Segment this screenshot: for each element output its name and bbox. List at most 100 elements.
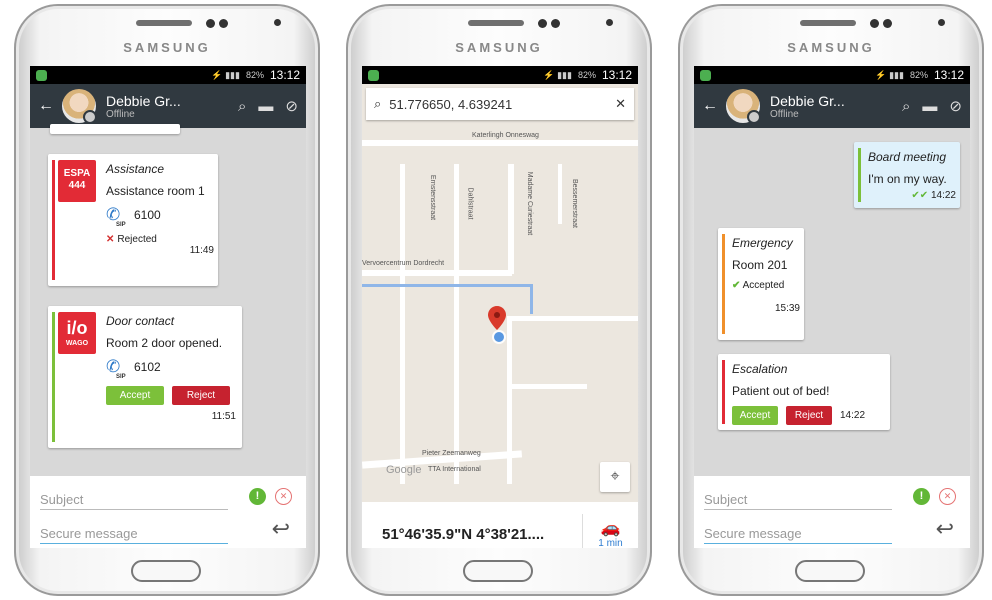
status-bar: ⚡ ▮▮▮ 82% 13:12 [694,66,970,84]
no-priority-icon[interactable]: ✕ [939,488,956,505]
subject-input[interactable]: Subject [704,486,892,510]
earpiece [800,20,856,26]
accept-button[interactable]: Accept [106,386,164,405]
send-reply-icon[interactable]: ↩ [936,516,954,542]
message-state: ✕ Rejected [106,234,214,245]
app-bar: ← Debbie Gr... Offline ⌕ ▬ ⊘ [30,84,306,128]
message-text: Room 201 [732,258,788,272]
road [400,164,405,484]
avatar[interactable] [726,89,761,124]
road [558,164,562,224]
eta-label: 1 min [598,538,623,548]
message-state: ✔ Accepted [732,280,800,291]
battery-percent: 82% [577,70,596,80]
contact-name: Debbie Gr... [770,92,845,109]
phone-map: SAMSUNG ⚡ ▮▮▮ 82% 13:12 ⌕ 51.776650, 4.6… [346,4,652,596]
battery-percent: 82% [245,70,264,80]
sip-extension: 6100 [134,208,161,222]
message-text: Patient out of bed! [732,384,830,398]
avatar[interactable] [62,89,97,124]
sip-call-link[interactable]: ✆ 6100 [106,206,214,235]
chat-area: Board meeting I'm on my way. ✔✔ 14:22 Em… [694,128,970,466]
composer: Subject Secure message ! ✕ ↩ [694,476,970,548]
contact-status: Offline [106,108,135,120]
street-label: Katerlingh Onneswag [472,132,539,139]
location-pin-icon[interactable] [488,306,506,330]
directions-button[interactable]: 🚗 1 min [582,514,638,548]
sensor [883,19,892,28]
status-bar: ⚡ ▮▮▮ 82% 13:12 [362,66,638,84]
alarm-message[interactable]: ESPA 444 Assistance Assistance room 1 ✆ … [48,154,218,286]
location-footer: 51°46'35.9"N 4°38'21.... 🚗 1 min [362,502,638,548]
attachment-icon[interactable]: ⊘ [285,97,298,115]
road [508,164,514,274]
street-label: Madame Curiestraat [526,171,534,236]
message-icon[interactable]: ▬ [258,98,273,115]
message-title: Emergency [732,236,793,250]
accept-button[interactable]: Accept [732,406,778,425]
status-bar: ⚡ ▮▮▮ 82% 13:12 [30,66,306,84]
badge-top: i/o [66,318,88,338]
home-button[interactable] [463,560,533,582]
message-title: Board meeting [868,150,947,164]
badge-top: ESPA [63,168,91,179]
search-icon[interactable]: ⌕ [238,98,246,115]
signal-icons: ⚡ ▮▮▮ [211,69,240,80]
battery-percent: 82% [909,70,928,80]
coordinates-text: 51°46'35.9"N 4°38'21.... [382,525,545,543]
attachment-icon[interactable]: ⊘ [949,97,962,115]
back-arrow-icon[interactable]: ← [702,97,726,115]
alarm-message[interactable]: i/o WAGO Door contact Room 2 door opened… [48,306,242,448]
priority-bar [52,160,55,280]
street-label: Vervoercentrum Dordrecht [362,260,445,267]
my-location-button[interactable]: ⌖ [600,462,630,492]
sensor [551,19,560,28]
street-label: Ernstensstraat [429,174,437,221]
road [454,164,459,484]
outgoing-message[interactable]: Board meeting I'm on my way. ✔✔ 14:22 [854,142,960,208]
priority-warning-icon[interactable]: ! [249,488,266,505]
alarm-message[interactable]: Escalation Patient out of bed! Accept Re… [718,354,890,430]
map-search-query[interactable]: 51.776650, 4.639241 [389,97,615,112]
earpiece [468,20,524,26]
app-bar: ← Debbie Gr... Offline ⌕ ▬ ⊘ [694,84,970,128]
search-icon[interactable]: ⌕ [902,98,910,115]
alarm-message[interactable]: Emergency Room 201 ✔ Accepted 15:39 [718,228,804,340]
priority-warning-icon[interactable]: ! [913,488,930,505]
contact-info[interactable]: Debbie Gr... Offline [106,93,226,120]
previous-message-bubble [50,124,180,134]
back-arrow-icon[interactable]: ← [38,97,62,115]
priority-bar [52,312,55,442]
reject-button[interactable]: Reject [786,406,832,425]
app-notification-icon [368,69,379,81]
app-notification-icon [700,69,711,81]
send-reply-icon[interactable]: ↩ [272,516,290,542]
badge-bottom: WAGO [65,340,89,347]
message-text: I'm on my way. [868,172,947,186]
road [362,270,512,276]
reject-button[interactable]: Reject [172,386,230,405]
camera [938,19,945,26]
waterway [530,284,533,314]
contact-info[interactable]: Debbie Gr... Offline [770,93,890,120]
subject-input[interactable]: Subject [40,486,228,510]
clear-icon[interactable]: ✕ [615,96,626,112]
map-search-bar[interactable]: ⌕ 51.776650, 4.639241 ✕ [366,88,634,120]
camera [274,19,281,26]
sip-call-link[interactable]: ✆ 6102 [106,358,236,387]
no-priority-icon[interactable]: ✕ [275,488,292,505]
signal-icons: ⚡ ▮▮▮ [875,69,904,80]
message-icon[interactable]: ▬ [922,98,937,115]
brand-logo: SAMSUNG [455,40,543,55]
message-input[interactable]: Secure message [704,520,892,544]
sensor [219,19,228,28]
message-input[interactable]: Secure message [40,520,228,544]
sensor [538,19,547,28]
home-button[interactable] [795,560,865,582]
road [507,316,512,484]
time-label: 14:22 [930,190,956,201]
street-label: TTA International [428,466,481,473]
map-view[interactable]: ⌕ 51.776650, 4.639241 ✕ Katerlingh Onnes… [362,84,638,502]
read-check-icon: ✔✔ [911,190,929,201]
home-button[interactable] [131,560,201,582]
